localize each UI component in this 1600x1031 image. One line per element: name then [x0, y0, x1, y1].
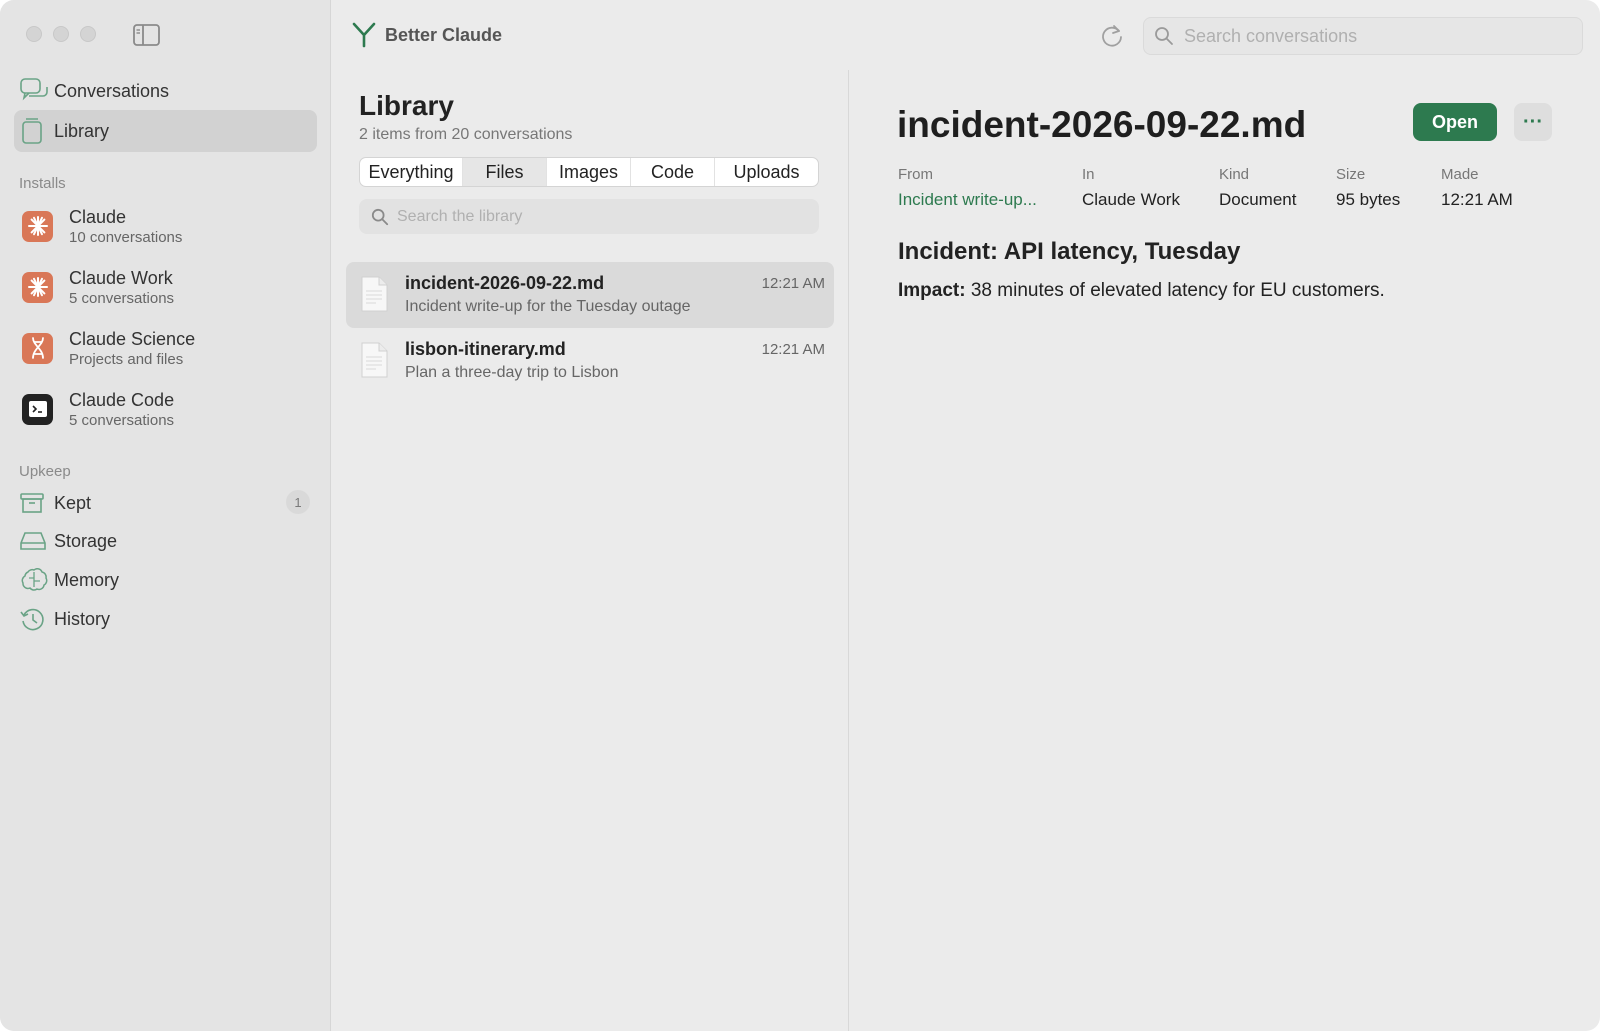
sidebar-toggle-icon[interactable]: [133, 24, 160, 46]
document-file-icon: [360, 342, 388, 378]
brain-icon: [20, 566, 54, 594]
sidebar-item-label: Memory: [54, 569, 120, 590]
file-description: Incident write-up for the Tuesday outage: [405, 298, 691, 315]
install-claude-work[interactable]: Claude Work 5 conversations: [22, 261, 322, 313]
library-search-input[interactable]: [397, 207, 819, 226]
install-subtitle: 10 conversations: [69, 228, 183, 246]
tab-everything[interactable]: Everything: [360, 158, 463, 186]
library-list-item[interactable]: lisbon-itinerary.md Plan a three-day tri…: [346, 328, 834, 394]
upkeep-section-header: Upkeep: [19, 463, 71, 480]
install-claude[interactable]: Claude 10 conversations: [22, 200, 322, 252]
impact-label: Impact:: [898, 280, 966, 301]
sidebar-item-library[interactable]: Library: [14, 110, 317, 152]
search-conversations-input[interactable]: [1184, 25, 1582, 47]
sidebar-item-label: Kept: [54, 492, 92, 513]
search-icon: [1154, 26, 1174, 46]
clock-history-icon: [20, 605, 54, 633]
library-search-box: [359, 199, 819, 234]
pane-divider: [848, 70, 849, 1031]
install-name: Claude Code: [69, 389, 175, 410]
source-conversation-link[interactable]: Incident write-up...: [898, 190, 1037, 210]
meta-value: 95 bytes: [1336, 190, 1401, 209]
impact-text: 38 minutes of elevated latency for EU cu…: [970, 280, 1385, 301]
meta-value: Claude Work: [1082, 190, 1180, 209]
install-claude-code[interactable]: Claude Code 5 conversations: [22, 383, 322, 435]
tab-code[interactable]: Code: [631, 158, 715, 186]
sidebar-item-history[interactable]: History: [20, 602, 310, 636]
install-claude-science[interactable]: Claude Science Projects and files: [22, 322, 322, 374]
file-time: 12:21 AM: [761, 275, 825, 292]
meta-label: Kind: [1219, 166, 1250, 183]
terminal-icon: [22, 393, 53, 425]
meta-size: Size 95 bytes: [1336, 166, 1400, 210]
meta-label: Size: [1336, 166, 1366, 183]
tab-uploads[interactable]: Uploads: [715, 158, 818, 186]
claude-sunburst-icon: [22, 210, 53, 242]
sidebar-item-label: Library: [54, 120, 110, 141]
meta-value: Document: [1219, 190, 1297, 209]
library-filter-tabs: Everything Files Images Code Uploads: [359, 157, 819, 187]
detail-title: incident-2026-09-22.md: [897, 104, 1307, 145]
meta-label: From: [898, 166, 933, 183]
dna-icon: [22, 332, 53, 364]
tab-images[interactable]: Images: [547, 158, 631, 186]
install-subtitle: 5 conversations: [69, 411, 175, 429]
library-list-item[interactable]: incident-2026-09-22.md Incident write-up…: [346, 262, 834, 328]
sidebar-item-label: Conversations: [54, 80, 170, 101]
library-subtitle: 2 items from 20 conversations: [359, 126, 573, 143]
install-subtitle: Projects and files: [69, 350, 184, 368]
more-options-button[interactable]: ···: [1514, 103, 1552, 141]
global-search-box: [1143, 17, 1583, 55]
meta-label: In: [1082, 166, 1095, 183]
meta-from: From Incident write-up...: [898, 166, 1037, 210]
zoom-window-button[interactable]: [80, 26, 96, 42]
install-subtitle: 5 conversations: [69, 289, 175, 307]
app-logo-icon: [352, 22, 376, 53]
refresh-icon[interactable]: [1098, 22, 1126, 50]
sidebar-item-label: History: [54, 608, 111, 629]
drive-icon: [20, 527, 54, 555]
file-time: 12:21 AM: [761, 341, 825, 358]
tab-files[interactable]: Files: [463, 158, 547, 186]
meta-value: 12:21 AM: [1441, 190, 1513, 209]
meta-label: Made: [1441, 166, 1479, 183]
meta-in: In Claude Work: [1082, 166, 1180, 210]
install-name: Claude Work: [69, 267, 173, 288]
document-impact-line: Impact: 38 minutes of elevated latency f…: [898, 280, 1385, 302]
conversations-icon: [20, 76, 54, 106]
kept-count-badge: 1: [286, 490, 310, 514]
install-name: Claude: [69, 206, 127, 227]
meta-kind: Kind Document: [1219, 166, 1296, 210]
sidebar-item-conversations[interactable]: Conversations: [14, 70, 317, 112]
window-controls: [26, 26, 96, 42]
install-name: Claude Science: [69, 328, 196, 349]
sidebar: Conversations Library Installs Claude 10…: [0, 0, 331, 1031]
sidebar-item-label: Storage: [54, 530, 118, 551]
search-icon: [371, 208, 389, 226]
open-button[interactable]: Open: [1413, 103, 1497, 141]
document-file-icon: [360, 276, 388, 312]
close-window-button[interactable]: [26, 26, 42, 42]
app-window: Conversations Library Installs Claude 10…: [0, 0, 1600, 1031]
sidebar-item-memory[interactable]: Memory: [20, 563, 310, 597]
file-name: incident-2026-09-22.md: [405, 273, 605, 293]
claude-sunburst-icon: [22, 271, 53, 303]
meta-made: Made 12:21 AM: [1441, 166, 1513, 210]
file-name: lisbon-itinerary.md: [405, 339, 566, 359]
file-description: Plan a three-day trip to Lisbon: [405, 364, 619, 381]
library-icon: [20, 116, 54, 146]
sidebar-item-kept[interactable]: Kept 1: [20, 486, 310, 520]
library-title: Library: [359, 90, 454, 121]
archive-box-icon: [20, 489, 54, 517]
app-title: Better Claude: [385, 25, 503, 45]
minimize-window-button[interactable]: [53, 26, 69, 42]
sidebar-item-storage[interactable]: Storage: [20, 524, 310, 558]
document-heading: Incident: API latency, Tuesday: [898, 238, 1241, 265]
installs-section-header: Installs: [19, 175, 66, 192]
